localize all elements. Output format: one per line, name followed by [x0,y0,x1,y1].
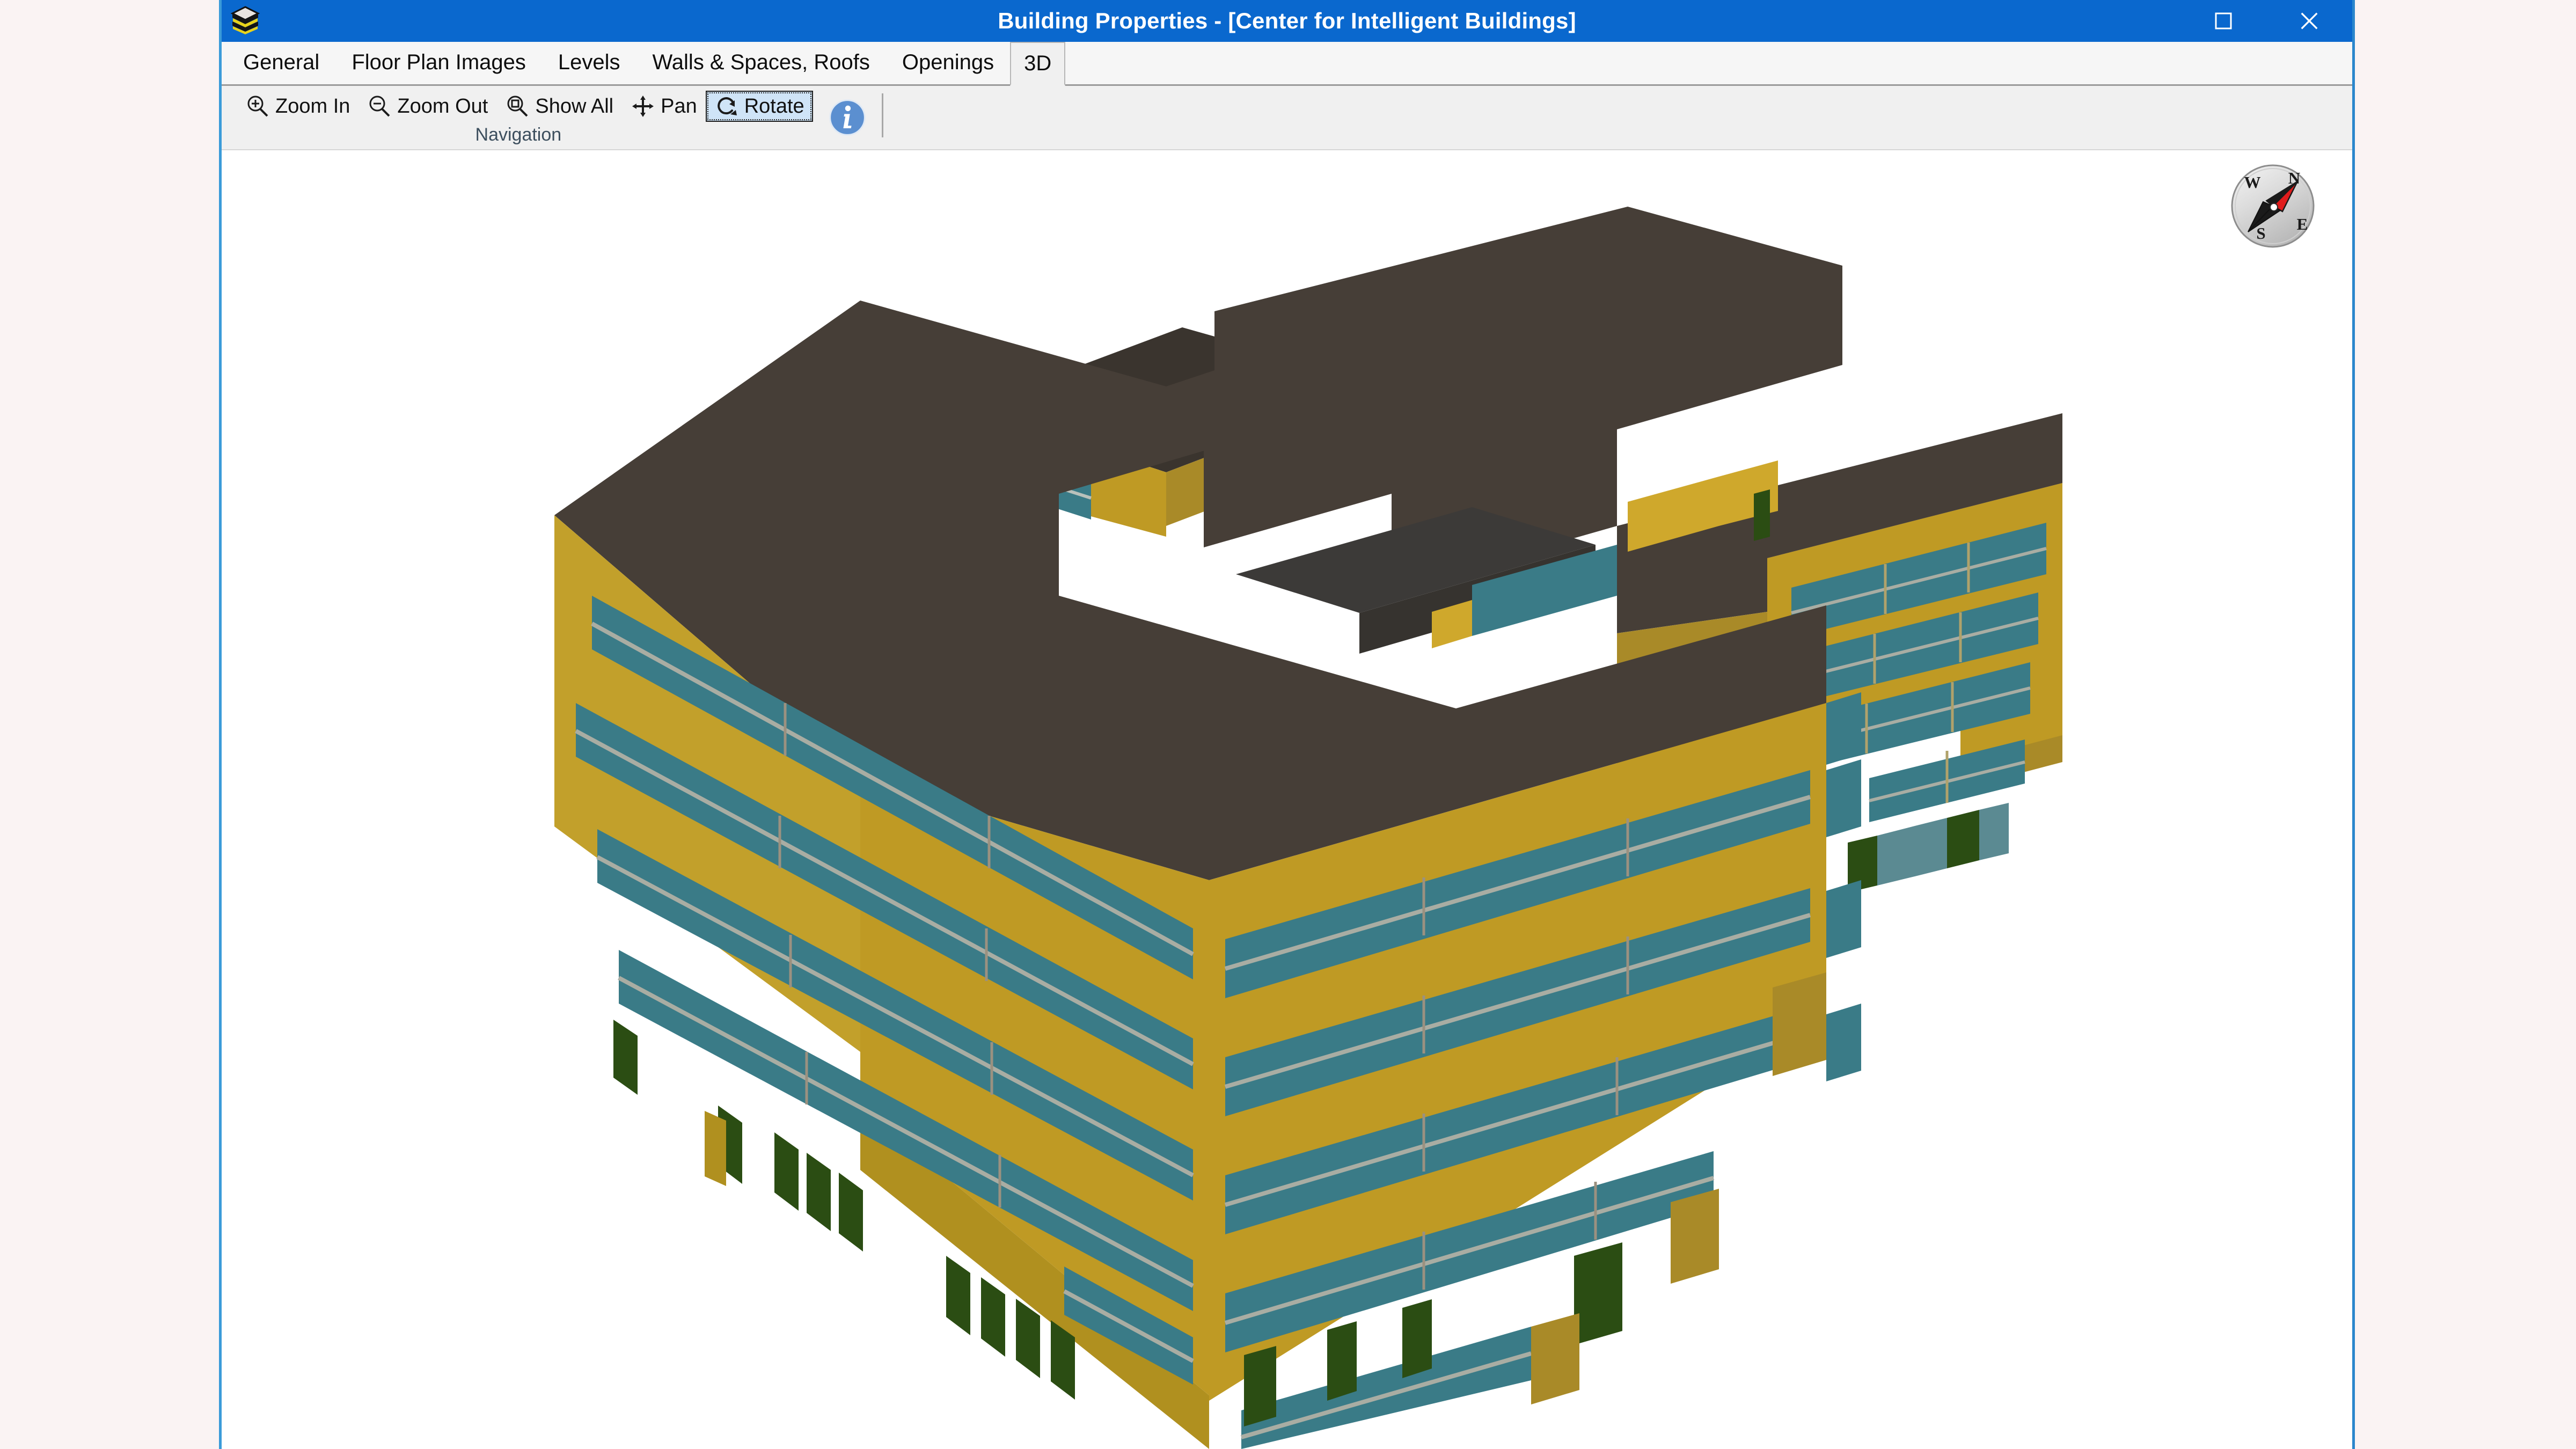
title-bar: Building Properties - [Center for Intell… [222,0,2352,42]
rotate-button[interactable]: Rotate [705,91,813,122]
pan-label: Pan [661,94,697,118]
info-icon [829,99,866,136]
entrance-canopy [705,1111,726,1186]
tab-general[interactable]: General [227,40,335,84]
compass-label-north: N [2288,169,2300,187]
show-all-icon [505,94,530,119]
compass-label-south: S [2256,224,2265,243]
info-button[interactable] [815,86,882,149]
navigation-group-caption: Navigation [475,125,562,145]
tab-3d[interactable]: 3D [1010,42,1066,86]
layers-stack-icon [229,5,261,37]
tab-walls-spaces-roofs[interactable]: Walls & Spaces, Roofs [636,40,886,84]
tab-floor-plan-images[interactable]: Floor Plan Images [335,40,542,84]
application-window: Building Properties - [Center for Intell… [219,0,2355,1449]
tab-bar: General Floor Plan Images Levels Walls &… [222,42,2352,86]
ribbon-toolbar: Zoom In Zoom Out Show All Pan Rotate Nav… [222,86,2352,150]
3d-viewport[interactable]: N W S E [222,150,2352,1449]
ribbon-empty-area [883,86,2352,149]
compass-widget[interactable]: N W S E [2229,162,2317,250]
show-all-button[interactable]: Show All [496,91,622,122]
rotate-icon [714,94,739,119]
pan-icon [631,94,655,119]
zoom-out-icon [367,94,392,119]
compass-label-west: W [2244,173,2261,192]
zoom-in-icon [245,94,270,119]
pan-button[interactable]: Pan [622,91,706,122]
window-title: Building Properties - [Center for Intell… [998,8,1576,33]
maximize-button[interactable] [2180,0,2266,42]
navigation-group: Zoom In Zoom Out Show All Pan Rotate Nav… [222,86,815,149]
zoom-out-button[interactable]: Zoom Out [358,91,496,122]
compass-label-east: E [2297,215,2308,233]
show-all-label: Show All [535,94,614,118]
zoom-in-label: Zoom In [275,94,350,118]
building-3d-model[interactable] [222,150,2352,1449]
window-controls [2180,0,2352,42]
zoom-out-label: Zoom Out [397,94,488,118]
close-button[interactable] [2266,0,2352,42]
east-end-vertical-windows [1826,692,1861,1081]
rotate-label: Rotate [744,94,804,118]
zoom-in-button[interactable]: Zoom In [237,91,358,122]
tab-levels[interactable]: Levels [542,40,636,84]
tab-openings[interactable]: Openings [886,40,1010,84]
